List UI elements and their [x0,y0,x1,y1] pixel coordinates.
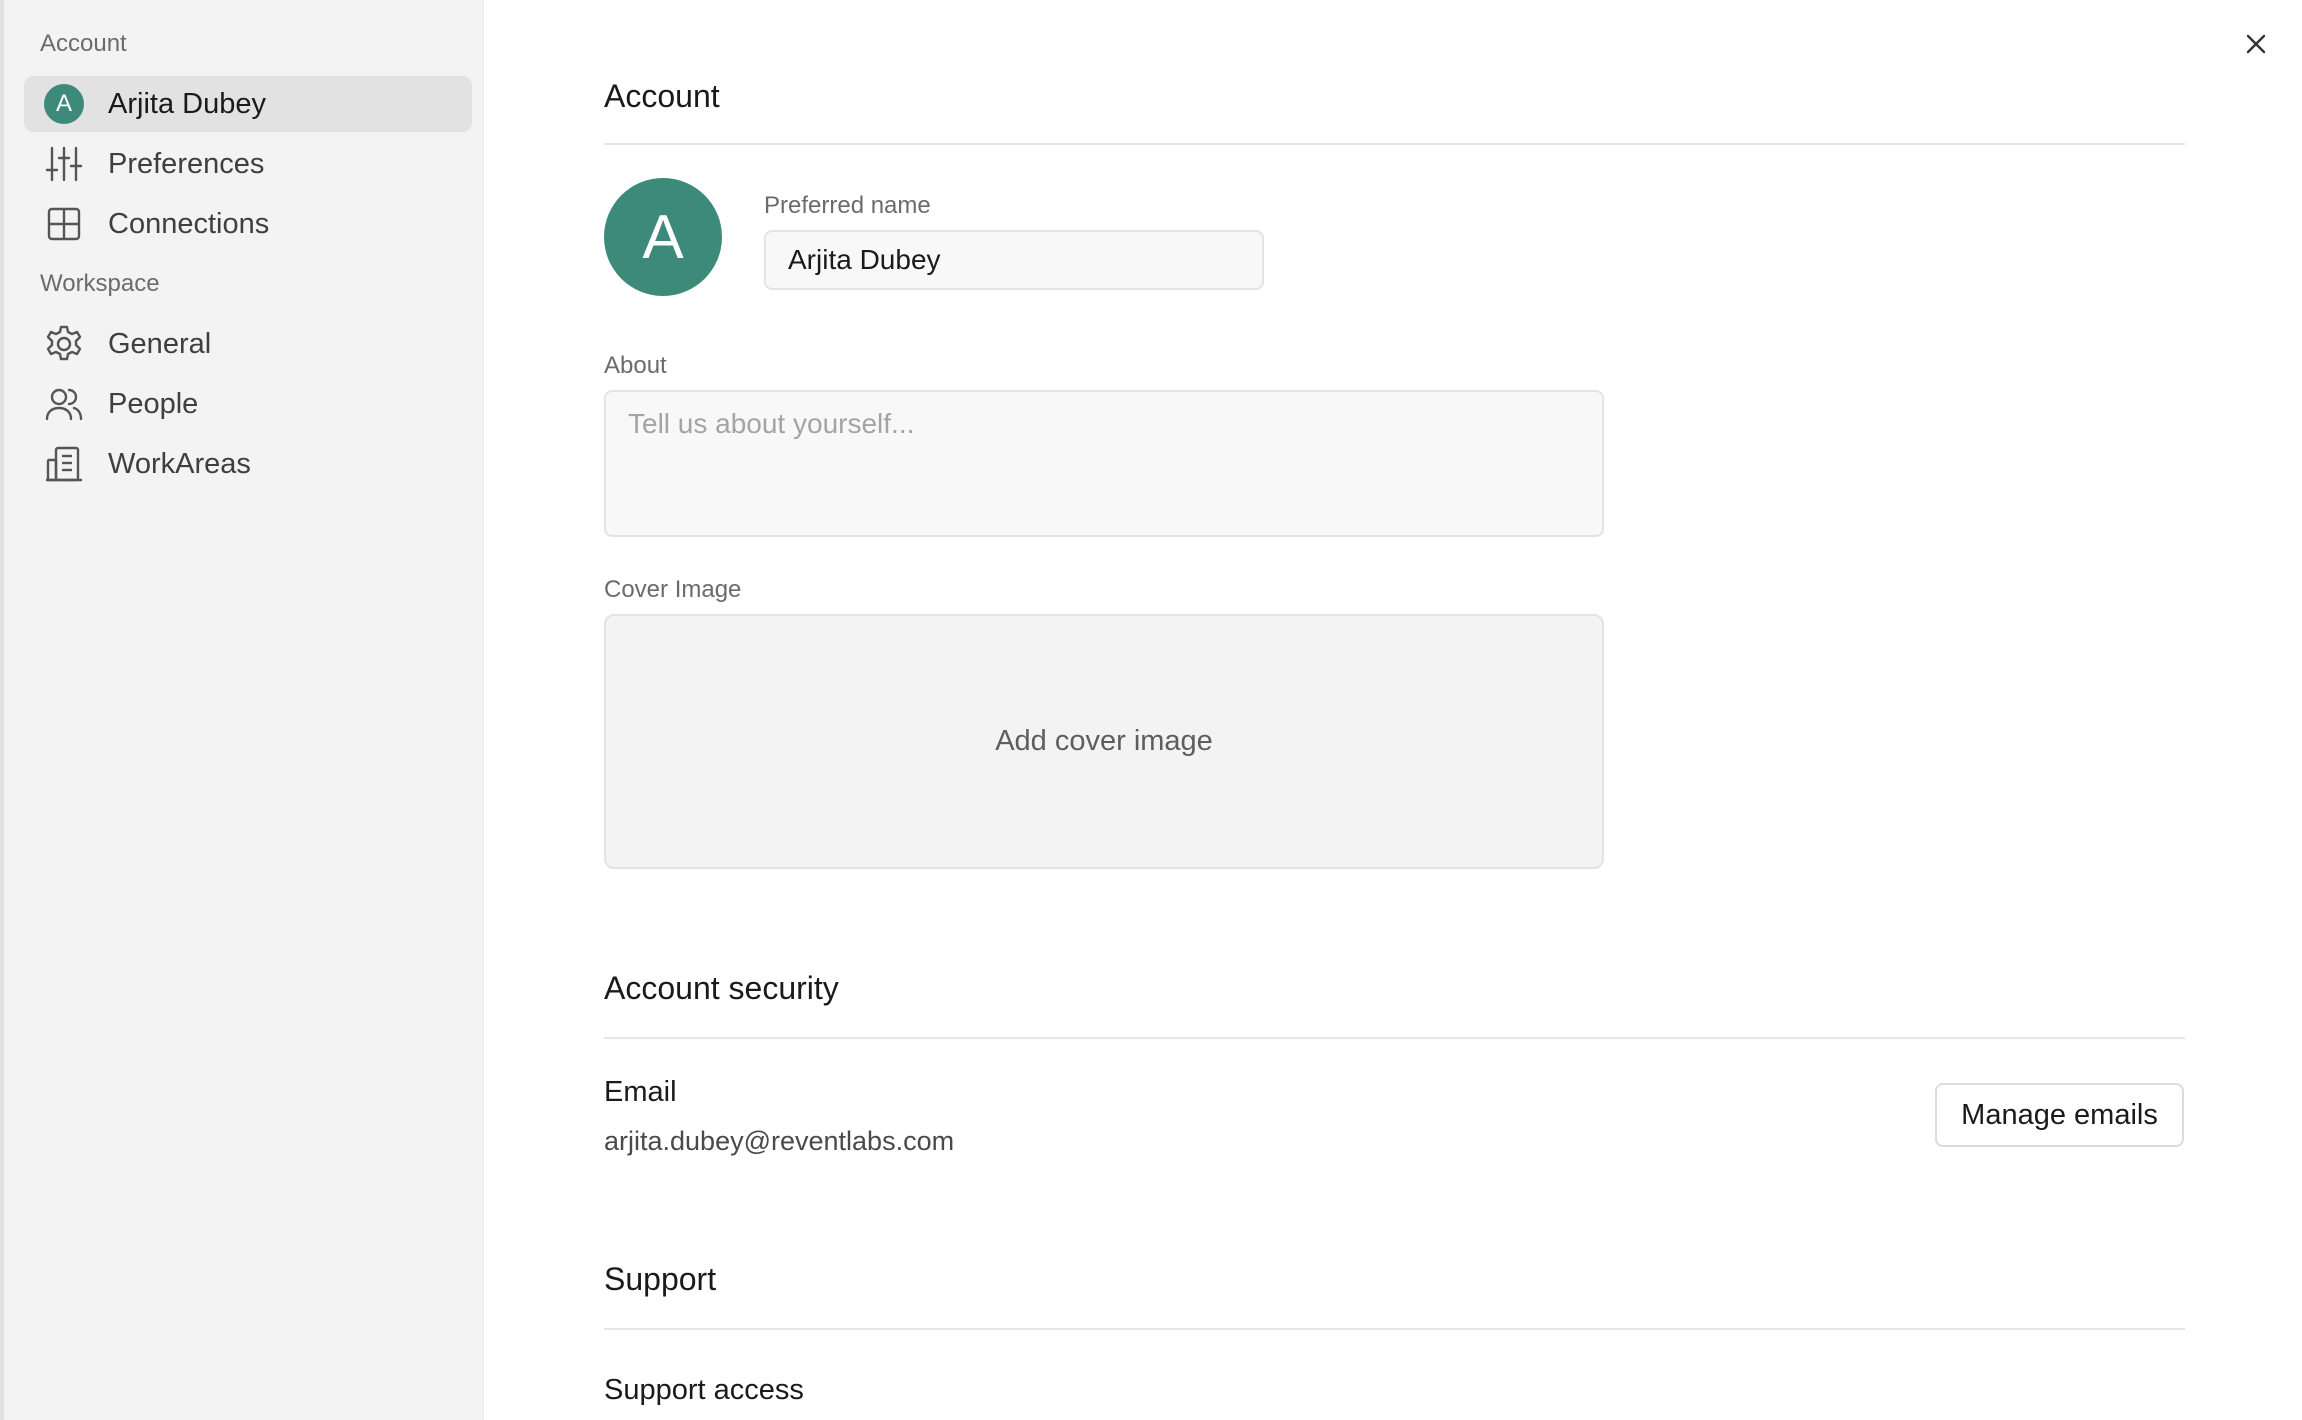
manage-emails-button[interactable]: Manage emails [1935,1083,2184,1147]
about-textarea[interactable] [604,390,1604,537]
settings-modal: Account A Arjita Dubey Preferences Conne… [0,0,2302,1420]
sliders-icon [44,144,84,184]
sidebar-item-label: Arjita Dubey [108,87,266,120]
close-button[interactable] [2236,26,2276,66]
account-security-title: Account security [604,970,839,1006]
preferred-name-label: Preferred name [764,192,931,219]
close-icon [2245,33,2267,60]
about-label: About [604,352,667,379]
account-section-label: Account [40,30,127,57]
sidebar-item-label: Connections [108,207,270,240]
sidebar-item-workareas[interactable]: WorkAreas [24,436,472,492]
email-label: Email [604,1076,677,1108]
preferred-name-input[interactable] [764,230,1264,290]
building-icon [44,444,84,484]
add-cover-image-button[interactable]: Add cover image [604,614,1604,869]
avatar: A [44,84,84,124]
sidebar-item-label: WorkAreas [108,447,251,480]
cover-image-label: Cover Image [604,576,742,603]
sidebar-item-people[interactable]: People [24,376,472,432]
add-cover-image-label: Add cover image [995,725,1213,757]
profile-avatar[interactable]: A [604,178,722,296]
account-divider [604,143,2185,145]
grid-icon [44,204,84,244]
people-icon [44,384,84,424]
sidebar-item-general[interactable]: General [24,316,472,372]
sidebar-item-profile[interactable]: A Arjita Dubey [24,76,472,132]
sidebar-item-label: General [108,327,212,360]
email-value: arjita.dubey@reventlabs.com [604,1126,955,1156]
sidebar-item-label: People [108,387,199,420]
security-divider [604,1037,2185,1039]
account-title: Account [604,78,720,114]
workspace-section-label: Workspace [40,270,160,297]
sidebar-item-label: Preferences [108,147,265,180]
settings-sidebar: Account A Arjita Dubey Preferences Conne… [0,0,484,1420]
support-title: Support [604,1261,717,1297]
support-divider [604,1328,2185,1330]
support-access-label: Support access [604,1374,804,1406]
sidebar-item-preferences[interactable]: Preferences [24,136,472,192]
sidebar-item-connections[interactable]: Connections [24,196,472,252]
gear-icon [44,324,84,364]
